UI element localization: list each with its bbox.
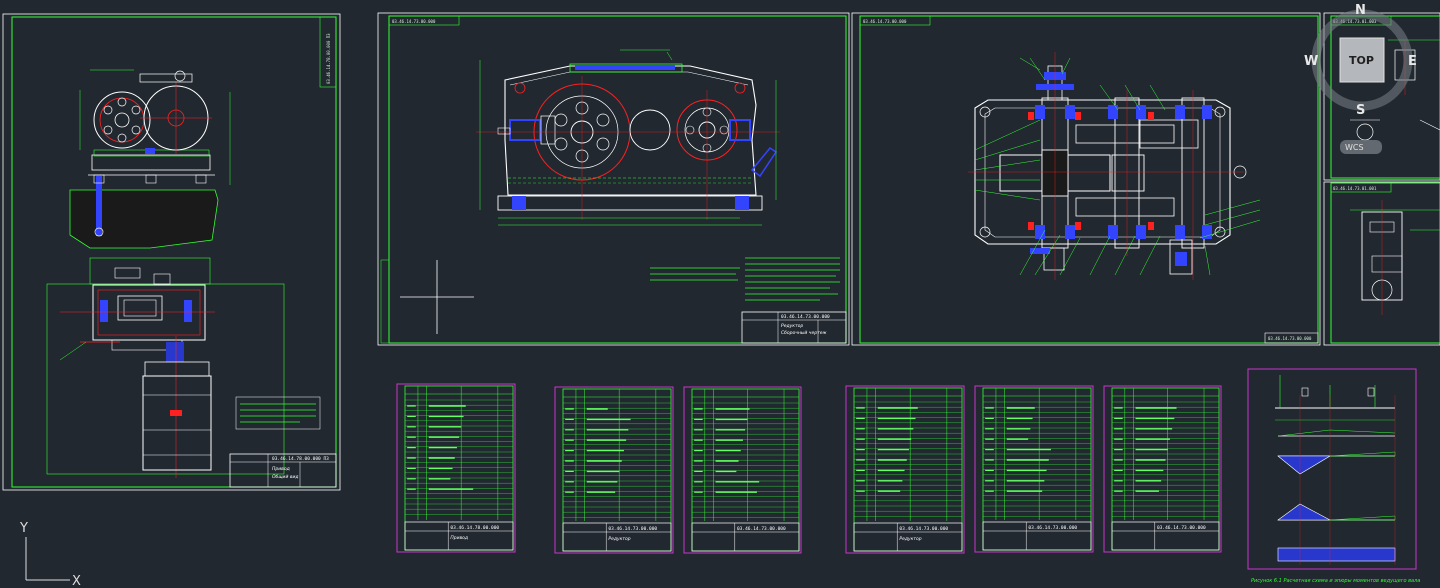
spec-sheet-4-code: 03.46.14.73.00.000 <box>899 526 948 532</box>
drive-top-view <box>69 69 231 249</box>
front-title-code: 03.46.14.73.00.000 <box>781 314 830 320</box>
cad-model-space[interactable]: 03.46.14.78.00.000 ПЗ 03.46.14.78.00.000… <box>0 0 1440 588</box>
sheet-detail-2: 03.46.14.73.01.001 <box>1323 181 1440 346</box>
spec-sheet-3-code: 03.46.14.73.00.000 <box>737 526 786 532</box>
detail-2-code: 03.46.14.73.01.001 <box>1333 186 1377 191</box>
moment-diagram-caption: Рисунок 6.1 Расчетная схема и эпюры моме… <box>1251 578 1420 584</box>
sheet-gearbox-front: 03.46.14.73.00.000 03.46.14.73.00.000 Ре… <box>377 12 850 346</box>
gearbox-front-drawing <box>476 49 780 226</box>
ucs-x-label: X <box>72 574 81 588</box>
drive-notes <box>235 396 321 430</box>
sheet-front-code-tl: 03.46.14.73.00.000 <box>392 19 436 24</box>
drive-title-name: Привод <box>272 466 290 472</box>
front-title-block: 03.46.14.73.00.000 Редуктор Сборочный че… <box>741 311 847 344</box>
drive-side-view <box>46 257 285 478</box>
drive-title-code: 03.46.14.78.00.000 ПЗ <box>272 456 329 462</box>
spec-sheet-6-code: 03.46.14.73.00.000 <box>1157 525 1206 531</box>
spec-sheet-2: 03.46.14.73.00.000 Редуктор <box>554 386 674 554</box>
viewcube-top-label: TOP <box>1349 54 1374 67</box>
crosshair-cursor <box>400 260 474 334</box>
sheet-drive-code-vertical: 03.46.14.78.00.000 ПЗ <box>326 33 331 84</box>
drive-title-stamp: Общий вид <box>272 474 299 480</box>
spec-sheet-1-code: 03.46.14.78.00.000 <box>450 525 499 531</box>
specification-sheets: 03.46.14.78.00.000 Привод 03.46.14.73.00.0… <box>396 383 1222 554</box>
spec-sheet-1-name: Привод <box>450 535 468 541</box>
ucs-icon: Y X <box>19 521 81 588</box>
spec-sheet-3: 03.46.14.73.00.000 <box>683 386 802 554</box>
front-title-stamp: Сборочный чертеж <box>781 330 827 336</box>
ucs-y-label: Y <box>19 521 28 536</box>
spec-sheet-5-code: 03.46.14.73.00.000 <box>1028 525 1077 531</box>
viewcube-north[interactable]: N <box>1355 3 1366 18</box>
sheet-drive-assembly: 03.46.14.78.00.000 ПЗ 03.46.14.78.00.000… <box>2 13 341 491</box>
spec-sheet-2-code: 03.46.14.73.00.000 <box>608 526 657 532</box>
viewcube[interactable]: TOP N S W E WCS <box>1304 3 1417 154</box>
spec-sheet-6: 03.46.14.73.00.000 <box>1103 385 1222 553</box>
sheet-gearbox-top: 03.46.14.73.00.000 03.46.14.73.00.000 <box>851 12 1321 346</box>
viewcube-south[interactable]: S <box>1356 103 1365 118</box>
drive-title-block: 03.46.14.78.00.000 ПЗ Привод Общий вид <box>229 453 337 488</box>
front-notes <box>650 257 840 301</box>
front-title-name: Редуктор <box>781 323 803 329</box>
sheet-top-code-tl: 03.46.14.73.00.000 <box>863 19 907 24</box>
spec-sheet-5: 03.46.14.73.00.000 <box>974 385 1094 553</box>
spec-sheet-1: 03.46.14.78.00.000 Привод <box>396 383 516 553</box>
spec-sheet-4: 03.46.14.73.00.000 Редуктор <box>845 385 965 554</box>
viewcube-east[interactable]: E <box>1408 54 1417 69</box>
wcs-label: WCS <box>1345 143 1364 152</box>
spec-sheet-2-name: Редуктор <box>608 536 630 542</box>
sheet-moment-diagram: Рисунок 6.1 Расчетная схема и эпюры моме… <box>1247 368 1420 584</box>
gearbox-top-drawing <box>968 52 1261 280</box>
top-title-code: 03.46.14.73.00.000 <box>1268 336 1312 341</box>
viewcube-west[interactable]: W <box>1304 54 1318 69</box>
spec-sheet-4-name: Редуктор <box>899 536 921 542</box>
